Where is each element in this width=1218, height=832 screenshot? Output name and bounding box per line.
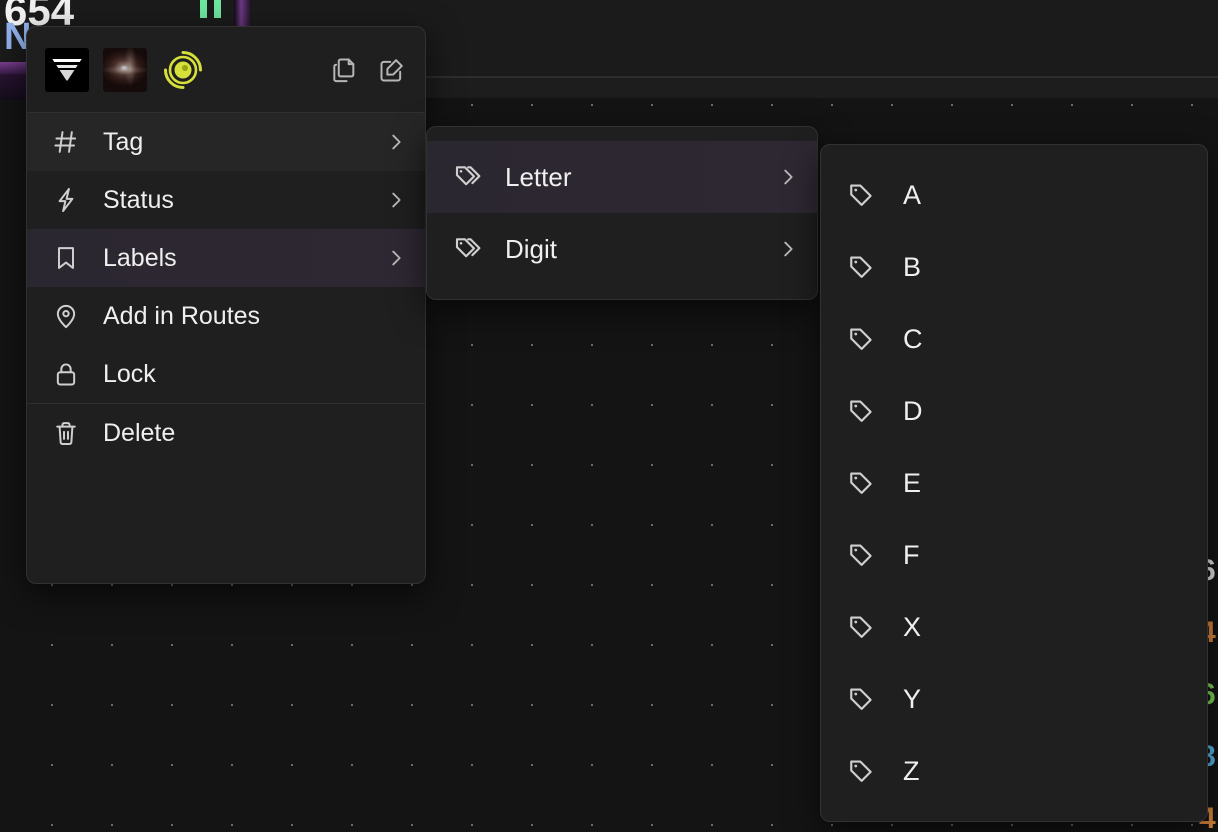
letter-item-a[interactable]: A <box>821 159 1207 231</box>
edit-icon[interactable] <box>377 55 407 85</box>
letter-item-e[interactable]: E <box>821 447 1207 519</box>
tag-icon <box>847 612 877 642</box>
labels-submenu-item-letter[interactable]: Letter <box>427 141 817 213</box>
menu-item-label: A <box>903 180 921 211</box>
chevron-right-icon <box>777 166 799 188</box>
tags-icon <box>453 162 483 192</box>
menu-item-label: Digit <box>505 234 557 265</box>
tag-icon <box>847 396 877 426</box>
map-pin-icon <box>51 302 81 330</box>
context-menu-preview-bar <box>27 27 425 113</box>
menu-item-label: Letter <box>505 162 572 193</box>
labels-submenu-top-spacer <box>427 127 817 141</box>
tag-icon <box>847 324 877 354</box>
context-menu-panel: Tag Status Labels Add in Routes Lock Delete <box>26 26 426 584</box>
funnel-thumbnail[interactable] <box>45 48 89 92</box>
menu-item-label: X <box>903 612 921 643</box>
letter-submenu-panel: A B C D E F X Y Z <box>820 144 1208 822</box>
target-thumbnail[interactable] <box>161 48 205 92</box>
hash-icon <box>51 128 81 156</box>
tag-icon <box>847 468 877 498</box>
chevron-right-icon <box>385 247 407 269</box>
menu-item-label: Status <box>103 186 174 215</box>
menu-item-label: Tag <box>103 128 143 157</box>
tag-icon <box>847 540 877 570</box>
tag-icon <box>847 252 877 282</box>
menu-item-delete[interactable]: Delete <box>27 404 425 462</box>
letter-item-d[interactable]: D <box>821 375 1207 447</box>
tag-icon <box>847 756 877 786</box>
thumbnail-list <box>45 48 205 92</box>
labels-submenu-item-list: Letter Digit <box>427 141 817 285</box>
tag-icon <box>847 684 877 714</box>
chevron-right-icon <box>777 238 799 260</box>
menu-item-lock[interactable]: Lock <box>27 345 425 403</box>
labels-submenu-bottom-spacer <box>427 285 817 299</box>
letter-item-f[interactable]: F <box>821 519 1207 591</box>
menu-item-label: C <box>903 324 923 355</box>
trash-icon <box>51 419 81 447</box>
menu-item-label: Z <box>903 756 920 787</box>
letter-item-x[interactable]: X <box>821 591 1207 663</box>
menu-item-label: F <box>903 540 920 571</box>
letter-submenu-item-list: A B C D E F X Y Z <box>821 159 1207 807</box>
tags-icon <box>453 234 483 264</box>
menu-item-label: D <box>903 396 923 427</box>
letter-item-c[interactable]: C <box>821 303 1207 375</box>
green-marker-right <box>214 0 221 18</box>
labels-submenu-panel: Letter Digit <box>426 126 818 300</box>
menu-item-labels[interactable]: Labels <box>27 229 425 287</box>
bookmark-icon <box>51 244 81 272</box>
menu-item-status[interactable]: Status <box>27 171 425 229</box>
letter-item-z[interactable]: Z <box>821 735 1207 807</box>
menu-item-label: Y <box>903 684 921 715</box>
preview-action-buttons <box>329 55 407 85</box>
menu-item-tag[interactable]: Tag <box>27 113 425 171</box>
bolt-icon <box>51 186 81 214</box>
app-canvas: 654 N 646848 <box>0 0 1218 832</box>
menu-item-label: B <box>903 252 921 283</box>
menu-item-label: Delete <box>103 419 175 448</box>
tag-icon <box>847 180 877 210</box>
context-menu-item-list: Tag Status Labels Add in Routes Lock <box>27 113 425 403</box>
letter-item-b[interactable]: B <box>821 231 1207 303</box>
green-marker-left <box>200 0 207 18</box>
swirl-thumbnail[interactable] <box>103 48 147 92</box>
letter-item-y[interactable]: Y <box>821 663 1207 735</box>
menu-item-label: Labels <box>103 244 177 273</box>
context-menu-destructive-list: Delete <box>27 404 425 462</box>
menu-item-add-in-routes[interactable]: Add in Routes <box>27 287 425 345</box>
copy-icon[interactable] <box>329 55 359 85</box>
labels-submenu-item-digit[interactable]: Digit <box>427 213 817 285</box>
menu-item-label: Lock <box>103 360 156 389</box>
chevron-right-icon <box>385 131 407 153</box>
menu-item-label: Add in Routes <box>103 302 260 331</box>
chevron-right-icon <box>385 189 407 211</box>
menu-item-label: E <box>903 468 921 499</box>
lock-icon <box>51 360 81 388</box>
